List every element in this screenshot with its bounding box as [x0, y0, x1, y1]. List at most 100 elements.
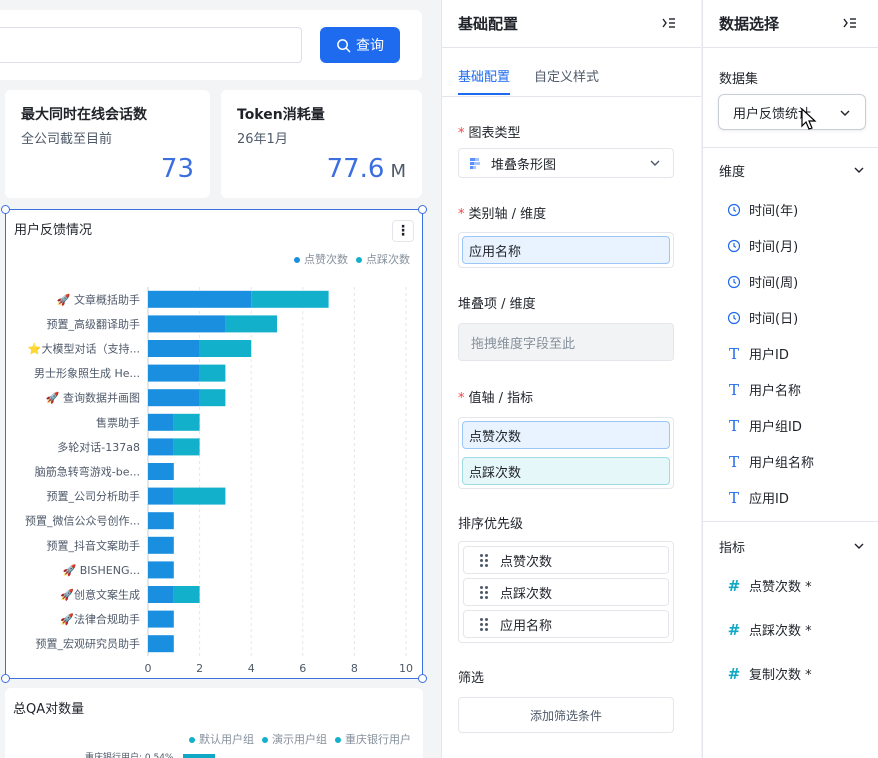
bar-segment[interactable]	[148, 463, 174, 480]
dimension-field[interactable]: 时间(周)	[727, 272, 798, 291]
metric-field[interactable]: # 点踩次数 *	[727, 620, 812, 640]
query-button-label: 查询	[356, 38, 384, 54]
dimension-section-toggle[interactable]: 维度	[719, 161, 865, 180]
bar-segment[interactable]	[148, 610, 174, 628]
tab-custom-style[interactable]: 自定义样式	[534, 66, 599, 95]
data-panel-header: 数据选择	[703, 0, 878, 48]
bar-segment[interactable]	[148, 340, 200, 357]
collapse-panel-icon[interactable]	[842, 15, 858, 31]
sort-item[interactable]: 点赞次数	[463, 546, 669, 574]
chart-title: 用户反馈情况	[14, 223, 93, 238]
bar-segment[interactable]	[199, 340, 252, 357]
bar-segment[interactable]	[148, 586, 174, 603]
chart-type-label: * 图表类型	[458, 126, 521, 141]
drag-handle-icon[interactable]	[480, 586, 488, 599]
number-type-icon: #	[727, 620, 741, 639]
clock-icon	[727, 239, 741, 252]
bar-segment[interactable]	[148, 364, 200, 382]
config-panel: 基础配置 基础配置 自定义样式 * 图表类型 堆叠条形图 * 类别轴 / 维度 应用…	[441, 0, 701, 758]
dimension-field[interactable]: T 用户名称	[727, 380, 801, 400]
metric-card-sessions[interactable]: 最大同时在线会话数 全公司截至目前 73	[5, 90, 210, 198]
metric-card-tokens[interactable]: Token消耗量 26年1月 77.6 M	[221, 90, 422, 198]
bar-segment[interactable]	[251, 290, 329, 308]
dimension-field[interactable]: 时间(年)	[727, 200, 798, 219]
bar-segment[interactable]	[225, 315, 277, 333]
dimension-field[interactable]: T 用户组ID	[727, 416, 802, 436]
legend-item[interactable]: 点赞次数	[294, 251, 348, 267]
more-vertical-icon: ⋮	[396, 223, 410, 239]
bar-segment[interactable]	[148, 290, 252, 308]
text-type-icon: T	[728, 344, 739, 363]
bar-segment[interactable]	[199, 364, 226, 382]
sort-item[interactable]: 应用名称	[463, 610, 669, 638]
y-tick-label: 预置_高级翻译助手	[47, 317, 141, 331]
bar-segment[interactable]	[148, 487, 174, 505]
chart-type-select[interactable]: 堆叠条形图	[458, 148, 674, 178]
value-axis-chip[interactable]: 点踩次数	[462, 457, 670, 485]
query-input[interactable]	[0, 27, 302, 63]
dataset-select[interactable]: 用户反馈统计	[718, 94, 866, 130]
dimension-field[interactable]: T 用户ID	[727, 344, 789, 364]
dimension-field[interactable]: T 用户组名称	[727, 452, 814, 472]
collapse-panel-icon[interactable]	[661, 15, 677, 31]
category-axis-dropzone[interactable]: 应用名称	[458, 232, 674, 268]
section-divider	[703, 147, 878, 148]
bar-segment[interactable]	[173, 438, 200, 456]
bar-segment[interactable]	[173, 487, 226, 505]
sort-item[interactable]: 点踩次数	[463, 578, 669, 606]
legend-item[interactable]: 点踩次数	[356, 251, 410, 267]
bar-segment[interactable]	[148, 315, 226, 333]
resize-handle-top-left[interactable]	[1, 205, 10, 214]
x-tick-label: 10	[399, 662, 413, 675]
resize-handle-bottom-left[interactable]	[1, 674, 10, 683]
query-bar: 查询	[0, 10, 422, 80]
resize-handle-top-right[interactable]	[418, 205, 427, 214]
query-button[interactable]: 查询	[320, 27, 400, 63]
bar-segment[interactable]	[148, 561, 174, 579]
bar-segment[interactable]	[173, 413, 200, 431]
bar-segment[interactable]	[148, 389, 200, 407]
metric-section-toggle[interactable]: 指标	[719, 537, 865, 556]
drag-handle-icon[interactable]	[480, 618, 488, 631]
tab-basic-config[interactable]: 基础配置	[458, 66, 511, 95]
y-tick-label: 脑筋急转弯游戏-be...	[35, 465, 140, 479]
y-tick-label: 预置_宏观研究员助手	[36, 637, 141, 651]
metric-field[interactable]: # 复制次数 *	[727, 664, 812, 684]
resize-handle-bottom-right[interactable]	[418, 674, 427, 683]
y-tick-label: 售票助手	[96, 415, 140, 429]
stack-dropzone[interactable]: 拖拽维度字段至此	[458, 323, 674, 361]
bar-segment[interactable]	[148, 413, 174, 431]
dimension-field[interactable]: 时间(日)	[727, 308, 798, 327]
bar-segment[interactable]	[148, 438, 174, 456]
y-tick-label: 男士形象照生成 He...	[34, 366, 140, 380]
sort-priority-label: 排序优先级	[458, 517, 524, 532]
dimension-field[interactable]: T 应用ID	[727, 488, 789, 508]
bar-segment[interactable]	[148, 635, 174, 653]
legend-item[interactable]: 重庆银行用户	[335, 731, 411, 747]
value-axis-dropzone[interactable]: 点赞次数 点踩次数	[458, 417, 674, 489]
bar-segment[interactable]	[148, 536, 174, 554]
metric-subtitle: 全公司截至目前	[21, 132, 113, 147]
dimension-field[interactable]: 时间(月)	[727, 236, 798, 255]
y-tick-label: 🚀 查询数据并画图	[46, 391, 140, 405]
bar-segment[interactable]	[148, 512, 174, 530]
category-axis-chip[interactable]: 应用名称	[462, 236, 670, 264]
category-axis-label: * 类别轴 / 维度	[458, 207, 547, 222]
more-options-button[interactable]: ⋮	[392, 220, 414, 242]
legend-item[interactable]: 演示用户组	[262, 731, 327, 747]
metric-field[interactable]: # 点赞次数 *	[727, 576, 812, 596]
metric-title: Token消耗量	[237, 107, 325, 123]
text-type-icon: T	[728, 416, 739, 435]
qa-chart-card[interactable]: 总QA对数量 默认用户组 演示用户组 重庆银行用户 重庆银行用户: 0.54%	[5, 688, 423, 758]
drag-handle-icon[interactable]	[480, 554, 488, 567]
text-type-icon: T	[728, 488, 739, 507]
value-axis-chip[interactable]: 点赞次数	[462, 421, 670, 449]
add-filter-button[interactable]: 添加筛选条件	[458, 697, 674, 733]
bar-segment[interactable]	[173, 586, 200, 603]
chevron-down-icon	[854, 167, 864, 173]
panel-title: 数据选择	[719, 15, 780, 33]
feedback-chart-card[interactable]: 0 2 4 6 8 10 🚀 文章概括助手 预置_高级翻译助手 ⭐大模型对话（支持... 男士形象…	[1, 205, 427, 683]
bar-segment[interactable]	[199, 389, 226, 407]
legend-item[interactable]: 默认用户组	[189, 731, 254, 747]
metric-subtitle: 26年1月	[237, 132, 288, 147]
